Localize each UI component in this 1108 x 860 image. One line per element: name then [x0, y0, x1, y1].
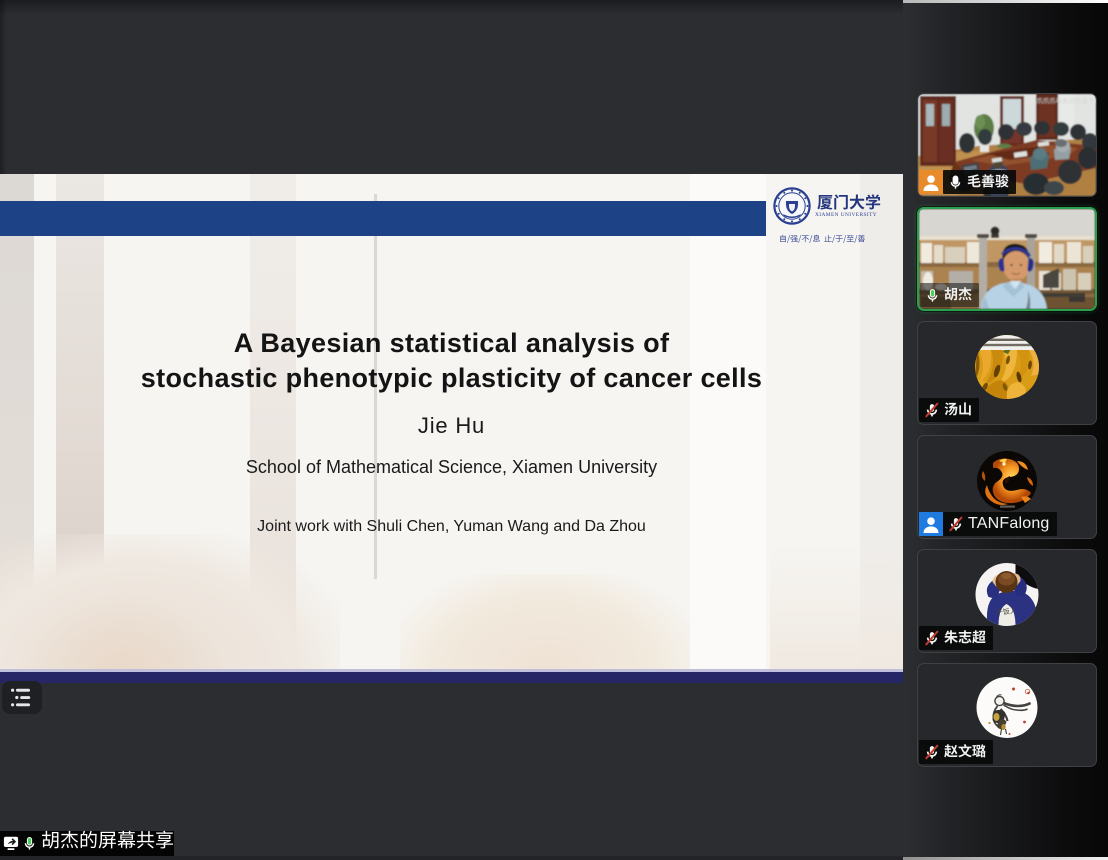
svg-text:爪爪爪与米功它业十六: 爪爪爪与米功它业十六 — [1036, 96, 1096, 105]
